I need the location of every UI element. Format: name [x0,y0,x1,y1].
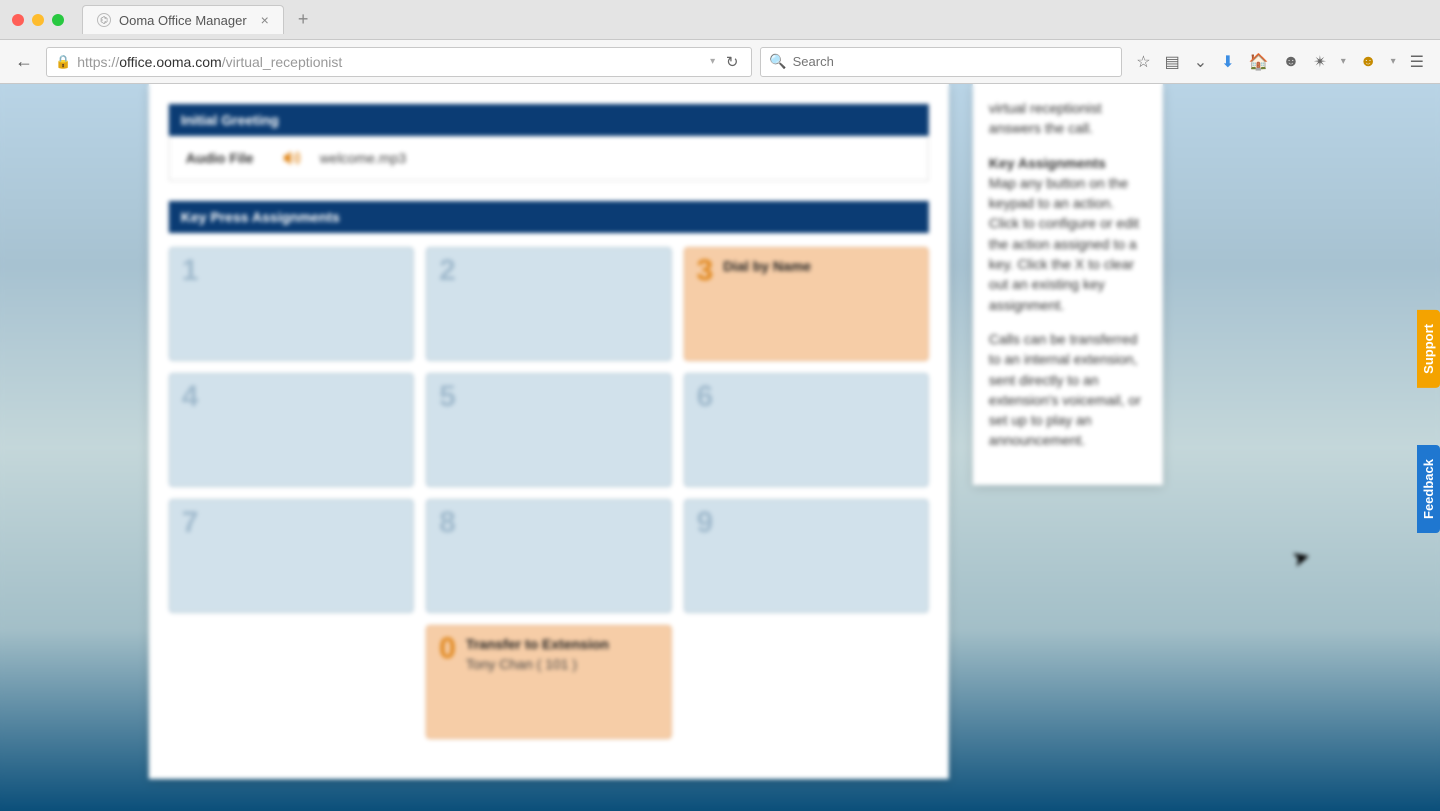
key-6[interactable]: 6 [683,373,928,487]
window-titlebar: ⌬ Ooma Office Manager × + [0,0,1440,40]
downloads-icon[interactable]: ⬇ [1221,52,1234,72]
lock-icon: 🔒 [55,54,71,70]
greasemonkey-icon[interactable]: ☻ [1360,53,1377,71]
pocket-icon[interactable]: ⌄ [1194,52,1207,72]
minimize-window-button[interactable] [32,14,44,26]
dropdown-icon[interactable]: ▾ [704,56,715,67]
main-panel: Initial Greeting Audio File welcome.mp3 … [149,84,949,779]
tab-title: Ooma Office Manager [119,13,247,28]
initial-greeting-header: Initial Greeting [169,104,929,136]
reload-icon[interactable]: ↻ [721,53,743,71]
browser-tab-active[interactable]: ⌬ Ooma Office Manager × [82,5,284,34]
chat-icon[interactable]: ☻ [1283,53,1300,71]
key-1[interactable]: 1 [169,247,414,361]
key-3-title: Dial by Name [723,258,811,274]
search-icon: 🔍 [769,53,786,70]
maximize-window-button[interactable] [52,14,64,26]
help-panel: virtual receptionist answers the call. K… [973,84,1163,485]
key-9[interactable]: 9 [683,499,928,613]
feedback-tab[interactable]: Feedback [1417,445,1440,533]
address-bar[interactable]: 🔒 https://office.ooma.com/virtual_recept… [46,47,752,77]
reading-list-icon[interactable]: ▤ [1165,52,1180,72]
search-bar[interactable]: 🔍 [760,47,1122,77]
bookmark-star-icon[interactable]: ☆ [1136,52,1150,72]
cursor-icon: ➤ [1289,543,1314,573]
chevron-down-icon[interactable]: ▾ [1391,56,1396,67]
search-input[interactable] [793,54,1114,69]
new-tab-button[interactable]: + [288,9,319,30]
initial-greeting-body: Audio File welcome.mp3 [169,136,929,181]
help-intro: virtual receptionist answers the call. [989,98,1147,139]
help-ka-body: Map any button on the keypad to an actio… [989,175,1139,313]
key-0-title: Transfer to Extension [466,636,609,652]
chevron-down-icon[interactable]: ▾ [1341,56,1346,67]
help-ka-heading: Key Assignments [989,155,1106,171]
key-5[interactable]: 5 [426,373,671,487]
home-icon[interactable]: 🏠 [1249,52,1269,72]
back-button[interactable]: ← [10,48,38,76]
key-3[interactable]: 3 Dial by Name [683,247,928,361]
audio-file-name: welcome.mp3 [320,150,406,166]
key-8[interactable]: 8 [426,499,671,613]
support-tab[interactable]: Support [1417,310,1440,388]
key-4[interactable]: 4 [169,373,414,487]
browser-tabs: ⌬ Ooma Office Manager × + [82,5,318,34]
speaker-icon[interactable] [284,150,302,166]
keypad-grid: 1 2 3 Dial by Name 4 5 6 7 8 9 0 Transfe… [169,247,929,739]
help-ka-body2: Calls can be transferred to an internal … [989,329,1147,451]
key-7[interactable]: 7 [169,499,414,613]
audio-file-label: Audio File [186,150,266,166]
url-text: https://office.ooma.com/virtual_receptio… [77,54,342,70]
traffic-lights [12,14,64,26]
browser-toolbar: ← 🔒 https://office.ooma.com/virtual_rece… [0,40,1440,84]
key-0[interactable]: 0 Transfer to Extension Tony Chan ( 101 … [426,625,671,739]
close-window-button[interactable] [12,14,24,26]
toolbar-icons-group: ☆ ▤ ⌄ ⬇ 🏠 ☻ ✴ ▾ ☻ ▾ ☰ [1130,52,1430,72]
key-press-header: Key Press Assignments [169,201,929,233]
key-0-detail: Tony Chan ( 101 ) [466,656,609,672]
page-viewport: Initial Greeting Audio File welcome.mp3 … [0,84,1440,811]
menu-icon[interactable]: ☰ [1410,52,1424,72]
extension-icon[interactable]: ✴ [1313,52,1326,72]
close-tab-icon[interactable]: × [261,12,269,28]
site-favicon: ⌬ [97,13,111,27]
key-2[interactable]: 2 [426,247,671,361]
